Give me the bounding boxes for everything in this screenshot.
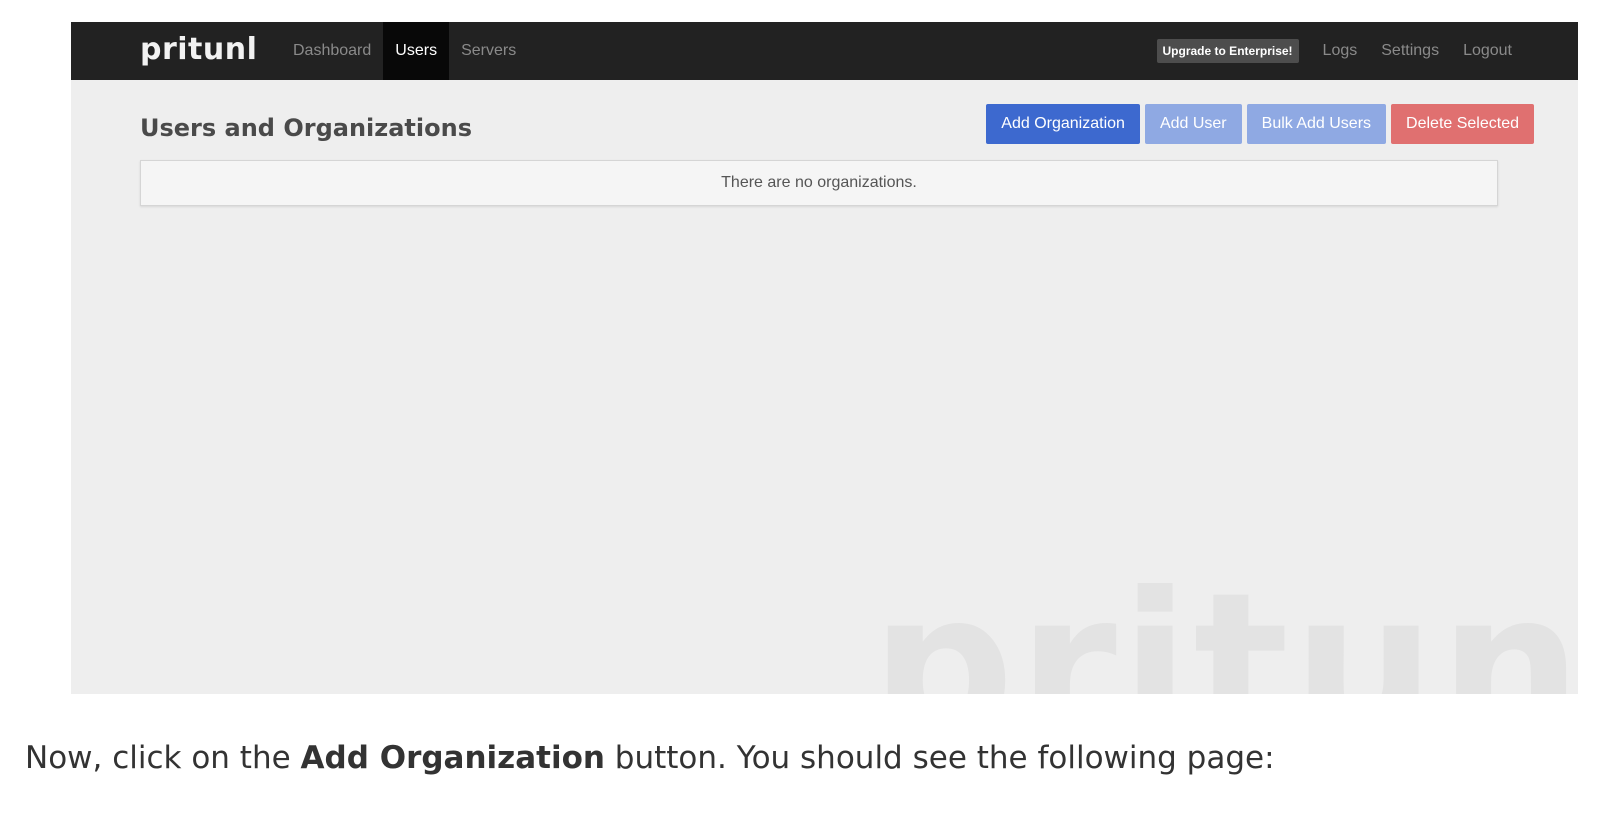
add-organization-button[interactable]: Add Organization: [986, 104, 1140, 144]
watermark-logo: pritunl: [871, 550, 1578, 695]
page-title: Users and Organizations: [140, 114, 472, 142]
caption-prefix: Now, click on the: [25, 740, 301, 776]
brand-logo[interactable]: pritunl: [140, 32, 257, 68]
caption-suffix: button. You should see the following pag…: [604, 740, 1275, 776]
organizations-empty-state: There are no organizations.: [140, 160, 1498, 206]
delete-selected-button[interactable]: Delete Selected: [1391, 104, 1534, 144]
app-screenshot: pritunl pritunl Dashboard Users Servers …: [71, 22, 1578, 694]
nav-item-dashboard[interactable]: Dashboard: [281, 22, 383, 80]
nav-item-servers[interactable]: Servers: [449, 22, 528, 80]
caption-emphasis: Add Organization: [300, 740, 605, 776]
nav-item-logout[interactable]: Logout: [1451, 22, 1524, 80]
upgrade-enterprise-button[interactable]: Upgrade to Enterprise!: [1156, 39, 1299, 63]
nav-main: Dashboard Users Servers: [281, 22, 528, 80]
top-navbar: pritunl Dashboard Users Servers Upgrade …: [71, 22, 1578, 80]
nav-item-users[interactable]: Users: [383, 22, 450, 80]
nav-secondary: Upgrade to Enterprise! Logs Settings Log…: [1156, 22, 1524, 80]
action-toolbar: Add Organization Add User Bulk Add Users…: [986, 104, 1534, 144]
bulk-add-users-button[interactable]: Bulk Add Users: [1246, 104, 1387, 144]
instruction-caption: Now, click on the Add Organization butto…: [25, 740, 1275, 776]
nav-item-settings[interactable]: Settings: [1369, 22, 1451, 80]
nav-item-logs[interactable]: Logs: [1311, 22, 1370, 80]
add-user-button[interactable]: Add User: [1144, 104, 1242, 144]
